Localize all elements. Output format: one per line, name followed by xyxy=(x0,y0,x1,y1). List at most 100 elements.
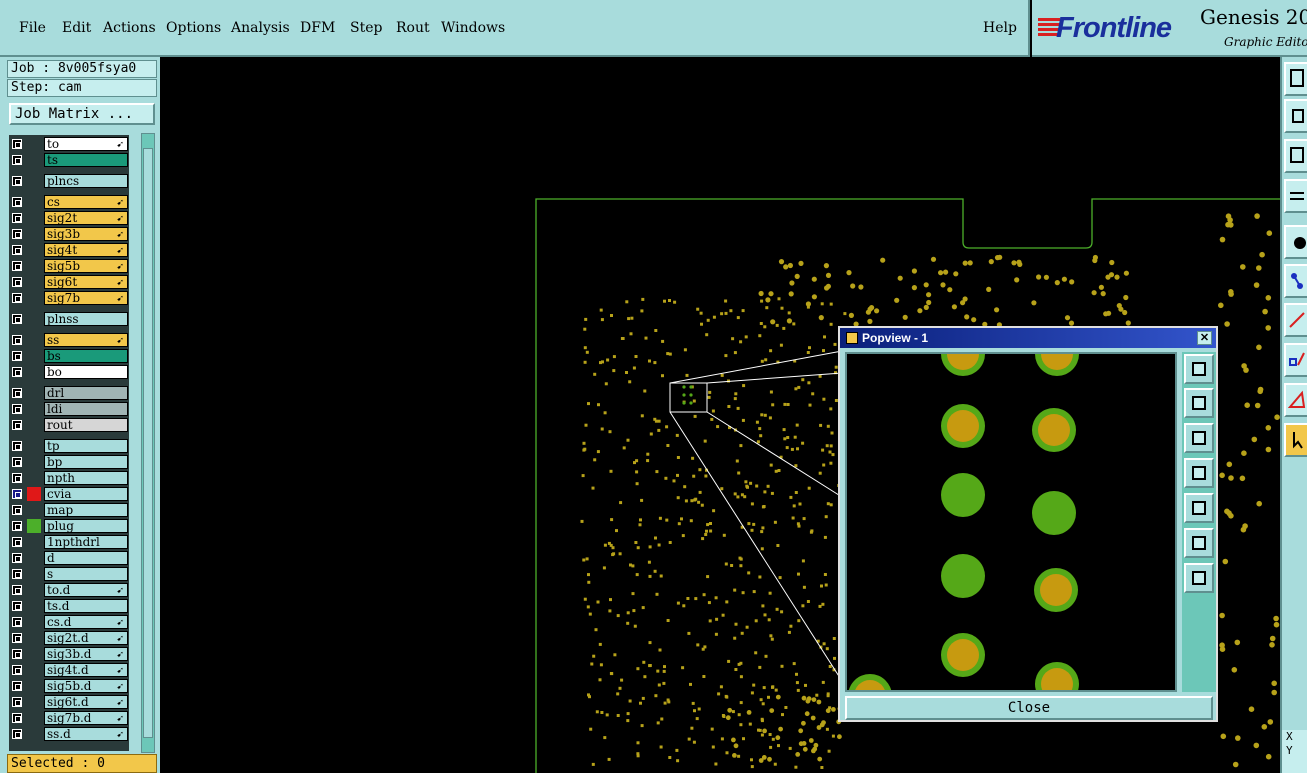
menu-step[interactable]: Step xyxy=(350,20,382,36)
layer-row-sig4t-d[interactable]: sig4t.d ➹ xyxy=(9,663,129,677)
layer-row-to[interactable]: to ➹ xyxy=(9,137,129,151)
layer-name[interactable]: sig5b ➹ xyxy=(44,259,128,273)
layer-row-drl[interactable]: drl xyxy=(9,386,129,400)
layer-row-sig4t[interactable]: sig4t ➹ xyxy=(9,243,129,257)
layer-row-sig5b-d[interactable]: sig5b.d ➹ xyxy=(9,679,129,693)
layer-row-tp[interactable]: tp xyxy=(9,439,129,453)
layer-checkbox[interactable] xyxy=(12,351,22,361)
layer-checkbox[interactable] xyxy=(12,569,22,579)
layer-row-ts[interactable]: ts xyxy=(9,153,129,167)
layer-checkbox[interactable] xyxy=(12,213,22,223)
layer-scrollbar[interactable] xyxy=(141,133,155,753)
layer-name[interactable]: sig4t ➹ xyxy=(44,243,128,257)
layer-row-bp[interactable]: bp xyxy=(9,455,129,469)
popview-titlebar[interactable]: Popview - 1 ✕ xyxy=(840,328,1216,348)
layer-name[interactable]: cs.d ➹ xyxy=(44,615,128,629)
layer-row-sig5b[interactable]: sig5b ➹ xyxy=(9,259,129,273)
popview-pan-down-button[interactable] xyxy=(1184,423,1214,453)
layer-checkbox[interactable] xyxy=(12,713,22,723)
layer-row-cs-d[interactable]: cs.d ➹ xyxy=(9,615,129,629)
layer-checkbox[interactable] xyxy=(12,293,22,303)
layer-checkbox[interactable] xyxy=(12,197,22,207)
layer-checkbox[interactable] xyxy=(12,404,22,414)
tool-line-button[interactable] xyxy=(1284,303,1307,337)
layer-checkbox[interactable] xyxy=(12,729,22,739)
layer-checkbox[interactable] xyxy=(12,649,22,659)
layer-name[interactable]: ts xyxy=(44,153,128,167)
layer-name[interactable]: drl xyxy=(44,386,128,400)
layer-name[interactable]: cvia xyxy=(44,487,128,501)
layer-checkbox[interactable] xyxy=(12,176,22,186)
menu-dfm[interactable]: DFM xyxy=(300,20,335,36)
layer-checkbox[interactable] xyxy=(12,367,22,377)
layer-row-sig2t[interactable]: sig2t ➹ xyxy=(9,211,129,225)
window-close-icon[interactable]: ✕ xyxy=(1197,331,1212,345)
menu-actions[interactable]: Actions xyxy=(103,20,156,36)
layer-name[interactable]: sig6t ➹ xyxy=(44,275,128,289)
layer-row-sig6t[interactable]: sig6t ➹ xyxy=(9,275,129,289)
layer-name[interactable]: to ➹ xyxy=(44,137,128,151)
layer-name[interactable]: sig7b.d ➹ xyxy=(44,711,128,725)
tool-pad-button[interactable] xyxy=(1284,225,1307,259)
layer-name[interactable]: d xyxy=(44,551,128,565)
layer-checkbox[interactable] xyxy=(12,617,22,627)
layer-row-1npthdrl[interactable]: 1npthdrl xyxy=(9,535,129,549)
tool-connect-button[interactable] xyxy=(1284,264,1307,298)
popview-viewport[interactable] xyxy=(845,332,1177,718)
layer-row-ldi[interactable]: ldi xyxy=(9,402,129,416)
layer-checkbox[interactable] xyxy=(12,155,22,165)
menu-rout[interactable]: Rout xyxy=(396,20,430,36)
layer-row-sig7b-d[interactable]: sig7b.d ➹ xyxy=(9,711,129,725)
layer-row-plncs[interactable]: plncs xyxy=(9,174,129,188)
layer-name[interactable]: bo xyxy=(44,365,128,379)
layer-name[interactable]: sig3b.d ➹ xyxy=(44,647,128,661)
layer-row-ts-d[interactable]: ts.d xyxy=(9,599,129,613)
layer-row-to-d[interactable]: to.d ➹ xyxy=(9,583,129,597)
layer-row-npth[interactable]: npth xyxy=(9,471,129,485)
layer-name[interactable]: ss ➹ xyxy=(44,333,128,347)
layer-checkbox[interactable] xyxy=(12,388,22,398)
menu-analysis[interactable]: Analysis xyxy=(231,20,290,36)
tool-route-button[interactable] xyxy=(1284,179,1307,213)
layer-name[interactable]: sig7b ➹ xyxy=(44,291,128,305)
layer-checkbox[interactable] xyxy=(12,457,22,467)
layer-checkbox[interactable] xyxy=(12,420,22,430)
layer-checkbox[interactable] xyxy=(12,261,22,271)
layer-row-d[interactable]: d xyxy=(9,551,129,565)
layer-row-rout[interactable]: rout xyxy=(9,418,129,432)
layer-name[interactable]: s xyxy=(44,567,128,581)
menu-help[interactable]: Help xyxy=(983,20,1017,36)
popview-pan-left-button[interactable] xyxy=(1184,458,1214,488)
layer-row-bs[interactable]: bs xyxy=(9,349,129,363)
tool-copy-button[interactable] xyxy=(1284,62,1307,96)
layer-checkbox[interactable] xyxy=(12,665,22,675)
layer-checkbox[interactable] xyxy=(12,229,22,239)
tool-triangle-button[interactable] xyxy=(1284,383,1307,417)
layer-checkbox[interactable] xyxy=(12,245,22,255)
layer-name[interactable]: npth xyxy=(44,471,128,485)
layer-checkbox[interactable] xyxy=(12,601,22,611)
layer-name[interactable]: rout xyxy=(44,418,128,432)
layer-row-sig6t-d[interactable]: sig6t.d ➹ xyxy=(9,695,129,709)
job-matrix-button[interactable]: Job Matrix ... xyxy=(9,103,155,125)
layer-name[interactable]: bs xyxy=(44,349,128,363)
layer-name[interactable]: ts.d xyxy=(44,599,128,613)
layer-name[interactable]: sig2t ➹ xyxy=(44,211,128,225)
layer-name[interactable]: plncs xyxy=(44,174,128,188)
layer-checkbox[interactable] xyxy=(12,441,22,451)
layer-name[interactable]: tp xyxy=(44,439,128,453)
layer-row-ss-d[interactable]: ss.d ➹ xyxy=(9,727,129,741)
popview-zoom-out-button[interactable] xyxy=(1184,563,1214,593)
menu-edit[interactable]: Edit xyxy=(62,20,91,36)
menu-options[interactable]: Options xyxy=(166,20,221,36)
scrollbar-thumb[interactable] xyxy=(143,148,153,738)
layer-row-bo[interactable]: bo xyxy=(9,365,129,379)
popview-zoom-in-button[interactable] xyxy=(1184,354,1214,384)
layer-checkbox[interactable] xyxy=(12,335,22,345)
layer-checkbox[interactable] xyxy=(12,139,22,149)
layer-row-plug[interactable]: plug xyxy=(9,519,129,533)
layer-name[interactable]: sig5b.d ➹ xyxy=(44,679,128,693)
layer-name[interactable]: plnss xyxy=(44,312,128,326)
layer-checkbox[interactable] xyxy=(12,697,22,707)
layer-name[interactable]: to.d ➹ xyxy=(44,583,128,597)
